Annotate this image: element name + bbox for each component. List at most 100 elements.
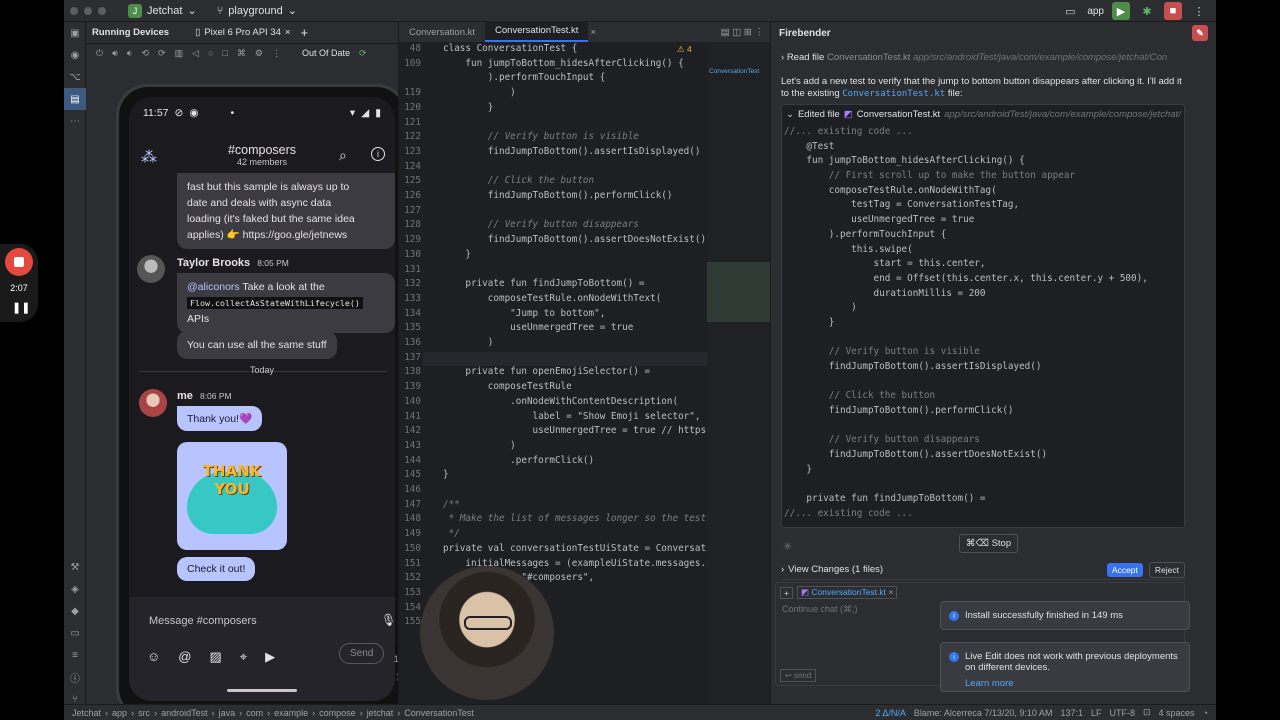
close-icon[interactable]: × [285, 27, 291, 38]
breadcrumb-item[interactable]: example [274, 708, 308, 718]
breadcrumb-item[interactable]: jetchat [367, 708, 394, 718]
stop-button[interactable]: ⌘⌫ Stop [959, 534, 1019, 553]
info-icon[interactable]: i [371, 147, 385, 161]
window-minimize-dot[interactable] [84, 6, 92, 15]
refresh-icon[interactable]: ⟳ [359, 48, 367, 59]
send-button[interactable]: Send [339, 643, 385, 664]
more-icon[interactable]: ⋮ [1190, 2, 1208, 20]
context-chip[interactable]: ◩ ConversationTest.kt × [796, 586, 898, 599]
breadcrumb-item[interactable]: java [219, 708, 236, 718]
settings-icon[interactable]: ⚙ [255, 48, 263, 59]
mention-icon[interactable]: @ [178, 649, 191, 665]
blame-info[interactable]: Blame: Alcerreca 7/13/20, 9:10 AM [914, 708, 1053, 718]
message-line[interactable]: applies) 👉 https://goo.gle/jetnews [187, 227, 385, 243]
diff-line: // First scroll up to make the button ap… [784, 170, 1076, 182]
stop-recording-button[interactable] [5, 248, 33, 276]
project-selector[interactable]: J Jetchat ⌄ [128, 3, 197, 18]
window-zoom-dot[interactable] [98, 6, 106, 15]
gem-icon[interactable]: ◆ [64, 600, 86, 622]
more-icon[interactable]: ⋮ [272, 48, 281, 59]
line-number: 126 [404, 190, 421, 201]
back-icon[interactable]: ◁ [192, 48, 199, 59]
code-line: useUnmergedTree = true // https://i [443, 425, 729, 437]
notifications-icon[interactable]: ◔ [1203, 708, 1208, 718]
code-line: composeTestRule.onNodeWithText( [443, 292, 662, 304]
problems-icon[interactable]: ⓘ [64, 666, 86, 688]
line-number: 144 [404, 454, 421, 466]
reader-mode-icon[interactable]: ▤ ◫ ⊞ ⋮ [715, 23, 770, 42]
branch-selector[interactable]: ⑂ playground ⌄ [217, 4, 297, 18]
message-time: 8:06 PM [199, 391, 232, 401]
breadcrumb-item[interactable]: com [246, 708, 263, 718]
volume-up-icon[interactable]: 🔊︎ [112, 48, 118, 59]
rotate-right-icon[interactable]: ⟳ [158, 48, 166, 59]
emoji-icon[interactable]: ☺ [147, 649, 160, 665]
diff-line: start = this.center, [784, 258, 986, 270]
message-input[interactable]: Message #composers [149, 615, 257, 627]
minimap[interactable]: ConversationTest [707, 42, 771, 704]
run-config-selector[interactable]: app [1087, 6, 1104, 17]
device-icon[interactable]: ▭ [1061, 2, 1079, 20]
close-icon[interactable]: × [888, 587, 893, 597]
window-close-dot[interactable] [70, 6, 78, 15]
search-icon[interactable]: ⌕ [339, 147, 347, 164]
screenshot-icon[interactable]: ⌘ [237, 48, 246, 59]
build-icon[interactable]: ⚒ [64, 556, 86, 578]
problems-indicator[interactable]: 2 Δ/N/A [875, 708, 906, 718]
location-icon[interactable]: ⌖ [240, 649, 247, 665]
image-icon[interactable]: ▨ [209, 649, 221, 665]
caret-position[interactable]: 137:1 [1060, 708, 1083, 718]
folder-icon[interactable]: ▣ [64, 22, 86, 44]
running-devices-icon[interactable]: ▤ [64, 88, 86, 110]
more-tools-icon[interactable]: ⋯ [64, 110, 86, 132]
breadcrumb-item[interactable]: app [112, 708, 127, 718]
overview-icon[interactable]: □ [222, 48, 227, 58]
fold-icon[interactable]: ▥ [175, 48, 184, 59]
learn-more-link[interactable]: Learn more [965, 678, 1179, 689]
run-button[interactable]: ▶ [1112, 2, 1130, 20]
structure-icon[interactable]: ⌥ [64, 66, 86, 88]
view-changes-label[interactable]: View Changes (1 files) [788, 564, 883, 575]
indent-setting[interactable]: 4 spaces [1159, 708, 1195, 718]
breadcrumb-item[interactable]: compose [319, 708, 356, 718]
terminal-icon[interactable]: ▭ [64, 622, 86, 644]
line-number: 154 [404, 601, 421, 613]
logcat-icon[interactable]: ≡ [64, 644, 86, 666]
file-link[interactable]: ConversationTest.kt [842, 89, 945, 99]
home-icon[interactable]: ○ [208, 48, 213, 58]
breadcrumb-item[interactable]: androidTest [161, 708, 208, 718]
lock-icon[interactable]: ⊡ [1143, 707, 1151, 718]
accept-button[interactable]: Accept [1106, 562, 1143, 577]
reject-button[interactable]: Reject [1148, 561, 1185, 578]
avatar[interactable] [139, 389, 167, 417]
file-encoding[interactable]: UTF-8 [1109, 708, 1135, 718]
avatar[interactable] [137, 255, 165, 283]
add-context-icon[interactable]: + [780, 586, 793, 599]
stop-button[interactable]: ■ [1164, 2, 1182, 20]
edited-file-header[interactable]: ⌄ Edited file ◩ ConversationTest.kt app/… [782, 105, 1184, 123]
breadcrumb-item[interactable]: src [138, 708, 150, 718]
volume-down-icon[interactable]: 🔉︎ [127, 48, 133, 59]
new-chat-icon[interactable]: ✎ [1192, 25, 1208, 41]
inspection-warnings[interactable]: ⚠ 4 [677, 44, 692, 55]
pause-icon[interactable]: ❚❚ [12, 301, 30, 314]
sticker-image[interactable]: THANK YOU [177, 442, 287, 550]
close-icon[interactable]: × [588, 23, 598, 42]
debug-icon[interactable]: ✱ [1138, 2, 1156, 20]
video-call-icon[interactable]: ▶ [265, 649, 275, 665]
mention[interactable]: @aliconors [187, 281, 240, 293]
tab-conversation[interactable]: Conversation.kt [399, 23, 485, 42]
line-separator[interactable]: LF [1091, 708, 1102, 718]
add-icon[interactable]: + [300, 25, 308, 40]
commit-icon[interactable]: ◉ [64, 44, 86, 66]
power-icon[interactable]: ⏻ [96, 48, 103, 59]
code-line: } [443, 248, 471, 260]
breadcrumb-item[interactable]: ConversationTest [404, 708, 474, 718]
read-file-step[interactable]: › Read file ConversationTest.kt app/src/… [781, 52, 1185, 63]
rotate-left-icon[interactable]: ⟲ [141, 48, 149, 59]
tab-conversation-test[interactable]: ConversationTest.kt [485, 21, 589, 42]
device-tab[interactable]: ▯ Pixel 6 Pro API 34 × [179, 27, 290, 38]
breadcrumb-item[interactable]: Jetchat [72, 708, 101, 718]
send-chat-button[interactable]: ↩ send [780, 669, 817, 682]
layers-icon[interactable]: ◈ [64, 578, 86, 600]
